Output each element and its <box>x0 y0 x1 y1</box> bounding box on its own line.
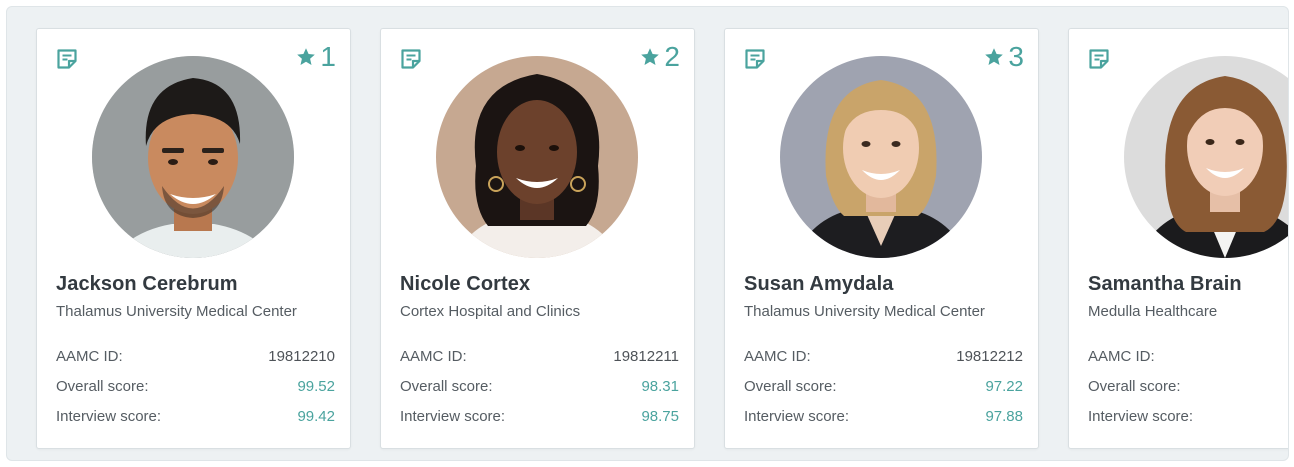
star-icon <box>297 48 316 65</box>
interview-score-value: 99.42 <box>297 408 335 425</box>
candidate-name: Samantha Brain <box>1088 273 1242 295</box>
aamc-id-row: AAMC ID: 19812210 <box>56 348 335 365</box>
aamc-id-label: AAMC ID: <box>1088 348 1155 365</box>
overall-score-row: Overall score: 99.52 <box>56 378 335 395</box>
candidate-card[interactable]: 2 Nicole Cortex Cortex Hospital and Clin… <box>380 28 695 449</box>
candidate-card[interactable]: Samantha Brain Medulla Healthcare AAMC I… <box>1068 28 1288 449</box>
interview-score-value: 98.75 <box>641 408 679 425</box>
candidate-carousel: 1 Jackson Cerebrum Thalamus University M… <box>6 6 1289 461</box>
aamc-id-label: AAMC ID: <box>400 348 467 365</box>
interview-score-label: Interview score: <box>400 408 506 425</box>
star-icon <box>985 48 1004 65</box>
rank-badge[interactable]: 1 <box>296 41 336 73</box>
candidate-card[interactable]: 1 Jackson Cerebrum Thalamus University M… <box>36 28 351 449</box>
interview-score-label: Interview score: <box>744 408 850 425</box>
interview-score-value: 97.88 <box>985 408 1023 425</box>
sticky-note-icon[interactable] <box>1087 47 1111 71</box>
interview-score-row: Interview score: 99.42 <box>56 408 335 425</box>
interview-score-row: Interview score: <box>1088 408 1288 425</box>
overall-score-value: 98.31 <box>641 378 679 395</box>
avatar <box>436 56 638 258</box>
sticky-note-icon[interactable] <box>399 47 423 71</box>
star-icon <box>641 48 660 65</box>
avatar <box>92 56 294 258</box>
candidate-organization: Thalamus University Medical Center <box>56 303 297 320</box>
overall-score-label: Overall score: <box>744 378 837 395</box>
aamc-id-value: 19812212 <box>956 348 1023 365</box>
overall-score-value: 97.22 <box>985 378 1023 395</box>
interview-score-label: Interview score: <box>56 408 162 425</box>
rank-number: 2 <box>664 41 680 72</box>
candidate-organization: Thalamus University Medical Center <box>744 303 985 320</box>
interview-score-row: Interview score: 98.75 <box>400 408 679 425</box>
rank-badge[interactable]: 3 <box>984 41 1024 73</box>
avatar <box>1124 56 1288 258</box>
rank-badge[interactable]: 2 <box>640 41 680 73</box>
overall-score-row: Overall score: 97.22 <box>744 378 1023 395</box>
candidate-name: Nicole Cortex <box>400 273 531 295</box>
interview-score-row: Interview score: 97.88 <box>744 408 1023 425</box>
aamc-id-value: 19812210 <box>268 348 335 365</box>
candidate-name: Jackson Cerebrum <box>56 273 238 295</box>
sticky-note-icon[interactable] <box>55 47 79 71</box>
overall-score-value: 99.52 <box>297 378 335 395</box>
aamc-id-row: AAMC ID: <box>1088 348 1288 365</box>
aamc-id-label: AAMC ID: <box>744 348 811 365</box>
overall-score-label: Overall score: <box>56 378 149 395</box>
aamc-id-row: AAMC ID: 19812211 <box>400 348 679 365</box>
interview-score-label: Interview score: <box>1088 408 1194 425</box>
rank-number: 3 <box>1008 41 1024 72</box>
overall-score-row: Overall score: <box>1088 378 1288 395</box>
aamc-id-label: AAMC ID: <box>56 348 123 365</box>
overall-score-row: Overall score: 98.31 <box>400 378 679 395</box>
candidate-name: Susan Amydala <box>744 273 894 295</box>
candidate-card[interactable]: 3 Susan Amydala Thalamus University Medi… <box>724 28 1039 449</box>
avatar <box>780 56 982 258</box>
aamc-id-value: 19812211 <box>613 348 679 365</box>
overall-score-label: Overall score: <box>1088 378 1181 395</box>
rank-number: 1 <box>320 41 336 72</box>
sticky-note-icon[interactable] <box>743 47 767 71</box>
candidate-organization: Medulla Healthcare <box>1088 303 1218 320</box>
overall-score-label: Overall score: <box>400 378 493 395</box>
aamc-id-row: AAMC ID: 19812212 <box>744 348 1023 365</box>
candidate-organization: Cortex Hospital and Clinics <box>400 303 581 320</box>
